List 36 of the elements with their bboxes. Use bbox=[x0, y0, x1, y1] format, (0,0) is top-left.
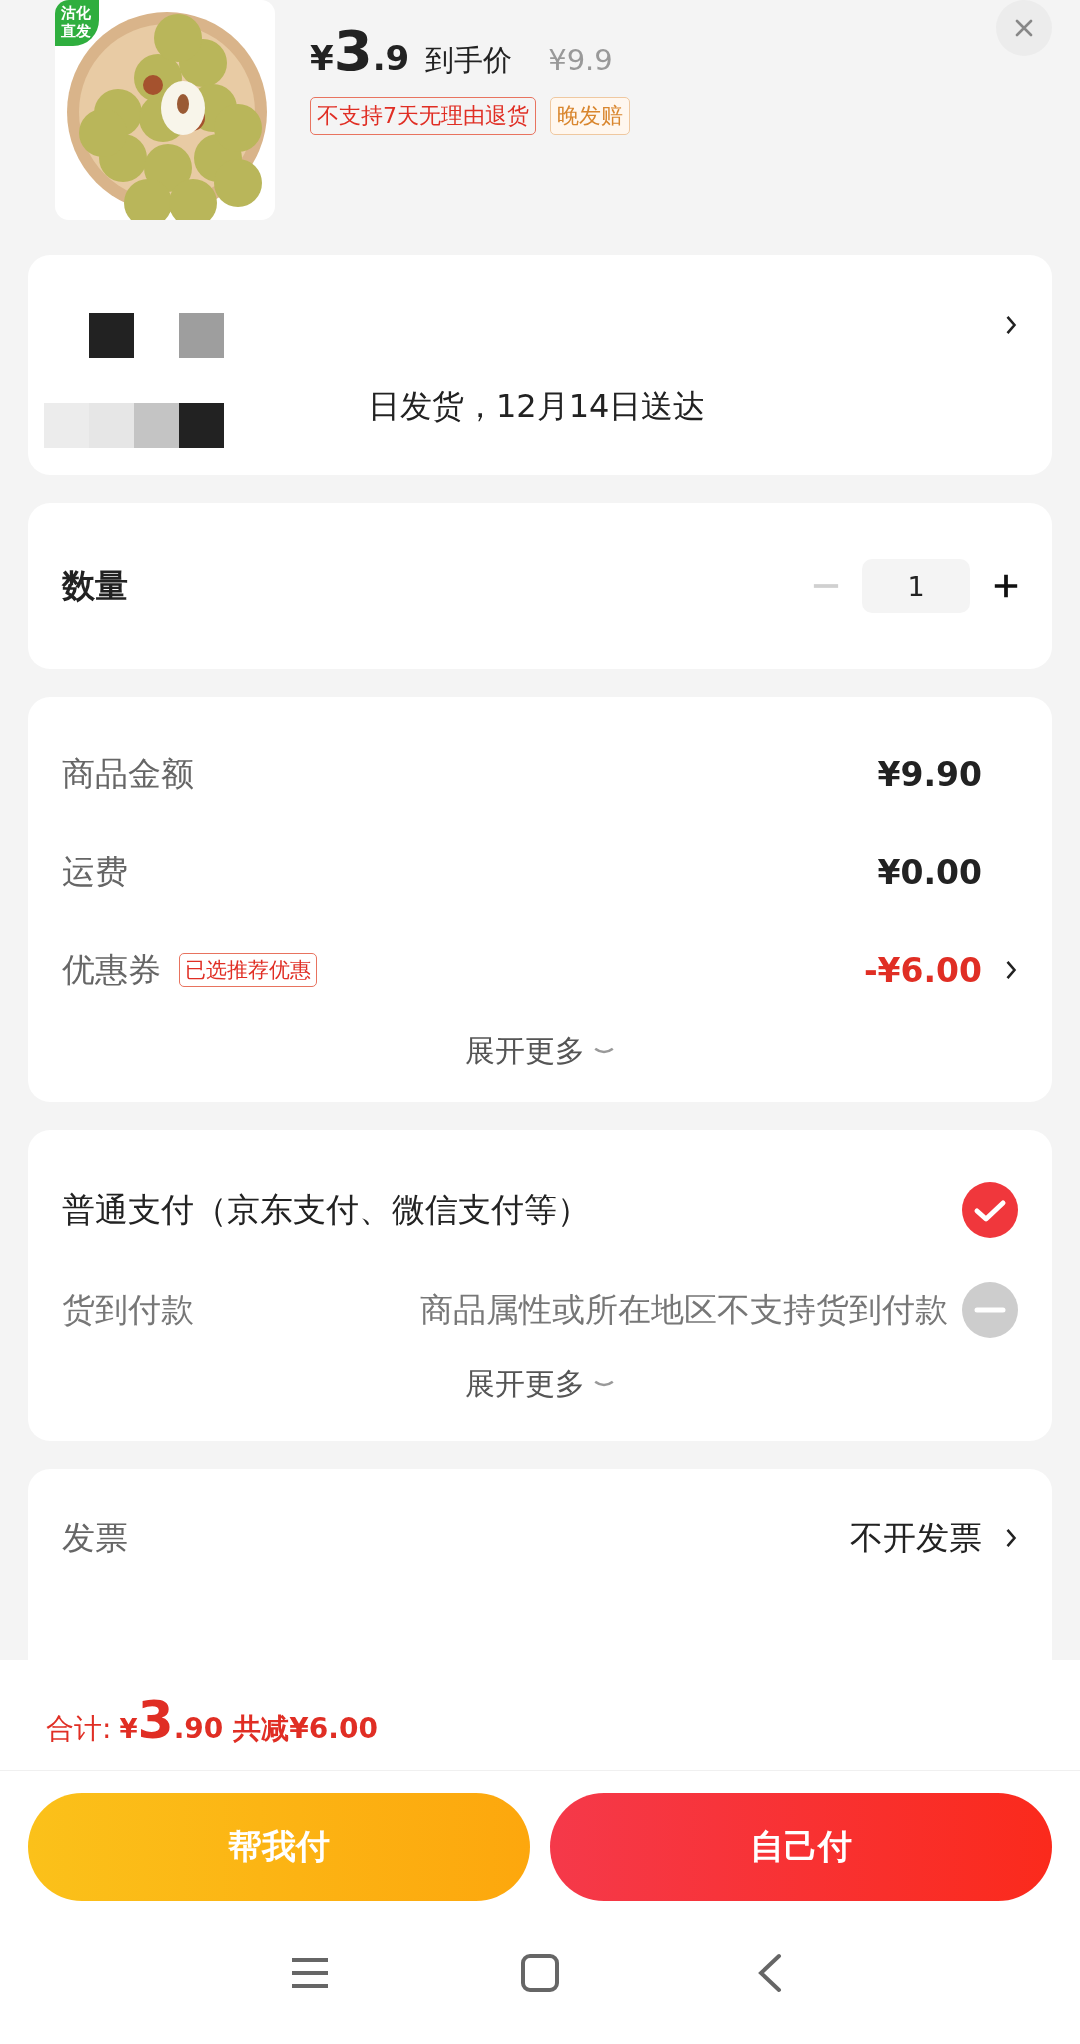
product-tag: 不支持7天无理由退货 bbox=[310, 97, 536, 135]
cost-value: -¥6.00 bbox=[863, 950, 982, 990]
quantity-field[interactable]: 1 bbox=[862, 559, 970, 613]
chevron-icon[interactable] bbox=[1004, 313, 1018, 337]
check-icon[interactable] bbox=[962, 1182, 1018, 1238]
home-icon[interactable] bbox=[520, 1953, 560, 1993]
pay-button[interactable]: 自己付 bbox=[550, 1793, 1052, 1901]
price-integer: 3 bbox=[333, 18, 373, 83]
product-tag: 晚发赔 bbox=[550, 97, 630, 135]
total-integer: 3 bbox=[137, 1690, 174, 1750]
original-price: ¥9.9 bbox=[548, 43, 613, 77]
coupon-tag: 已选推荐优惠 bbox=[179, 953, 317, 987]
cost-label: 优惠券 bbox=[62, 948, 161, 991]
cost-value: ¥0.00 bbox=[877, 852, 982, 892]
expand-more-button[interactable]: 展开更多 bbox=[455, 1360, 625, 1409]
cost-value: ¥9.90 bbox=[877, 754, 982, 794]
cost-label: 商品金额 bbox=[62, 752, 194, 795]
payment-note: 商品属性或所在地区不支持货到付款 bbox=[420, 1288, 948, 1331]
invoice-value[interactable]: 不开发票 bbox=[850, 1515, 982, 1561]
expand-more-button[interactable]: 展开更多 bbox=[455, 1027, 625, 1076]
total-label: 合计: bbox=[46, 1711, 112, 1747]
product-badge: 沽化直发 bbox=[55, 0, 99, 46]
plus-icon[interactable] bbox=[992, 572, 1020, 600]
quantity-label: 数量 bbox=[62, 564, 128, 607]
price-currency: ¥ bbox=[310, 38, 334, 78]
price-decimal: .9 bbox=[372, 38, 410, 78]
invoice-label: 发票 bbox=[62, 1516, 128, 1559]
chevron-icon[interactable] bbox=[1004, 958, 1018, 982]
total-decimal: .90 bbox=[173, 1712, 224, 1745]
chevron-icon[interactable] bbox=[1004, 1526, 1018, 1550]
price-label: 到手价 bbox=[425, 42, 513, 79]
cost-label: 运费 bbox=[62, 850, 128, 893]
payment-option[interactable]: 普通支付（京东支付、微信支付等） bbox=[62, 1187, 590, 1233]
total-currency: ¥ bbox=[119, 1714, 138, 1744]
total-saving: 共减¥6.00 bbox=[233, 1711, 378, 1747]
delivery-text: 日发货，12月14日送达 bbox=[368, 386, 706, 427]
